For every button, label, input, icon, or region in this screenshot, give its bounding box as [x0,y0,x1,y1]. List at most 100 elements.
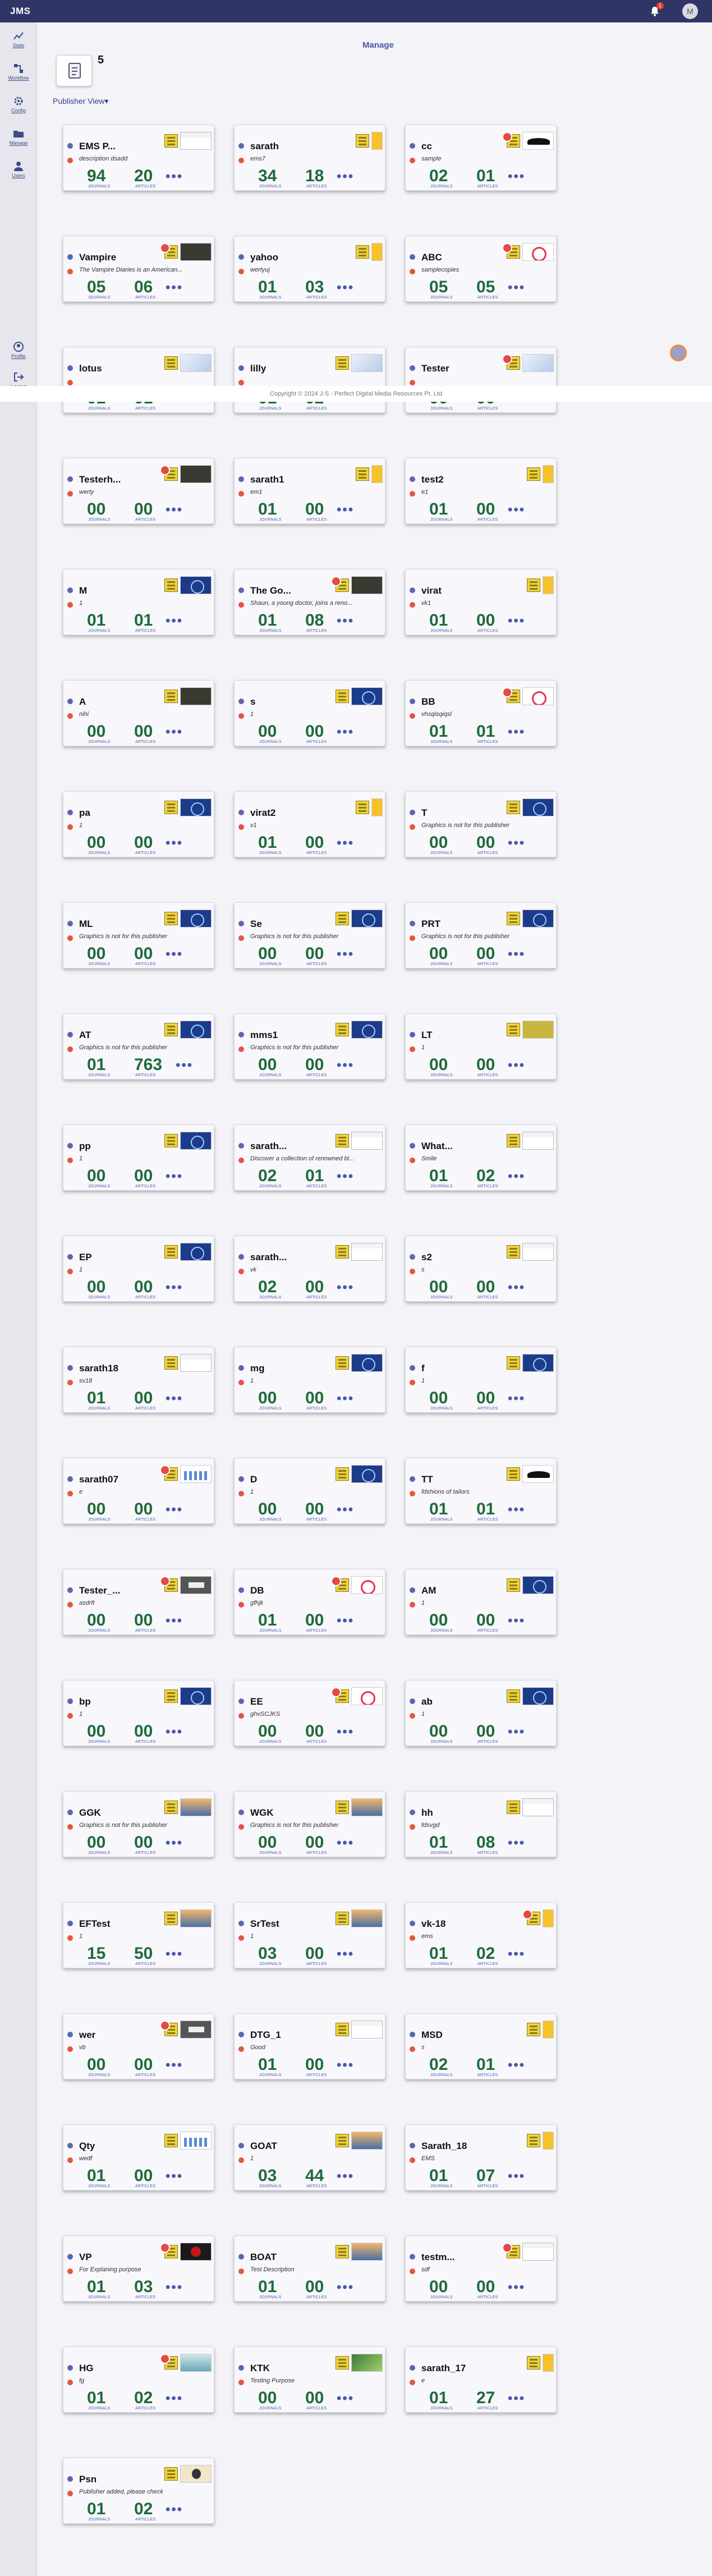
more-options-button[interactable]: ••• [508,613,525,629]
more-options-button[interactable]: ••• [337,1724,354,1740]
publisher-card[interactable]: pp 1 00 00 JOURNALS ARTICLES ••• [63,1124,214,1191]
publisher-card[interactable]: ab 1 00 00 JOURNALS ARTICLES ••• [405,1680,557,1746]
more-options-button[interactable]: ••• [508,1502,525,1518]
publisher-view-dropdown[interactable]: Publisher View▾ [53,97,108,106]
publisher-card[interactable]: hh fdsvgd 01 08 JOURNALS ARTICLES ••• [405,1791,557,1857]
publisher-card[interactable]: TT fdshions of tailors 01 01 JOURNALS ARTICLE… [405,1458,557,1524]
publisher-card[interactable]: EMS P... description dsadd 94 20 JOURNALS ART… [63,125,214,191]
more-options-button[interactable]: ••• [166,1835,183,1851]
more-options-button[interactable]: ••• [166,947,183,962]
publisher-card[interactable]: virat2 v1 01 00 JOURNALS ARTICLES ••• [234,791,385,857]
more-options-button[interactable]: ••• [337,835,354,851]
sidebar-item-users[interactable]: Users [0,156,37,187]
publisher-card[interactable]: The Go... Shaun, a young doctor, joins a … [234,569,385,635]
publisher-card[interactable]: KTK Testing Purpose 00 00 JOURNALS ARTICLES ••… [234,2347,385,2413]
more-options-button[interactable]: ••• [337,502,354,518]
more-options-button[interactable]: ••• [337,1502,354,1518]
more-options-button[interactable]: ••• [508,1169,525,1184]
publisher-card[interactable]: MSD s 02 01 JOURNALS ARTICLES ••• [405,2013,557,2079]
publisher-card[interactable]: sarath1 em1 01 00 JOURNALS ARTICLES ••• [234,458,385,524]
sidebar-item-manage[interactable]: Manage [0,123,37,155]
more-options-button[interactable]: ••• [337,1946,354,1962]
publisher-card[interactable]: VP For Explaning purpose 01 03 JOURNALS ARTIC… [63,2235,214,2302]
publisher-card[interactable]: s 1 00 00 JOURNALS ARTICLES ••• [234,680,385,746]
publisher-card[interactable]: mg 1 00 00 JOURNALS ARTICLES ••• [234,1347,385,1413]
publisher-card[interactable]: wer vb 00 00 JOURNALS ARTICLES ••• [63,2013,214,2079]
more-options-button[interactable]: ••• [176,1058,193,1073]
publisher-card[interactable]: lilly0102JOURNALSARTICLES••• [234,347,385,413]
publisher-card[interactable]: EFTest 1 15 50 JOURNALS ARTICLES ••• [63,1902,214,1968]
publisher-card[interactable]: BOAT Test Description 01 00 JOURNALS ARTICLES… [234,2235,385,2302]
publisher-card[interactable]: f 1 00 00 JOURNALS ARTICLES ••• [405,1347,557,1413]
publisher-card[interactable]: Testerh... werty 00 00 JOURNALS ARTICLES ••• [63,458,214,524]
more-options-button[interactable]: ••• [166,280,183,296]
more-options-button[interactable]: ••• [508,502,525,518]
more-options-button[interactable]: ••• [166,2058,183,2073]
more-options-button[interactable]: ••• [337,1835,354,1851]
publisher-card[interactable]: Anihi 00 00 JOURNALS ARTICLES ••• [63,680,214,746]
publisher-card[interactable]: DB gfhjk 01 00 JOURNALS ARTICLES ••• [234,1569,385,1635]
more-options-button[interactable]: ••• [508,280,525,296]
publisher-card[interactable]: sarath18 sv18 01 00 JOURNALS ARTICLES ••• [63,1347,214,1413]
publisher-card[interactable]: EE ghvSCJKS 00 00 JOURNALS ARTICLES ••• [234,1680,385,1746]
publisher-card[interactable]: mms1 Graphics is not for this publisher 00… [234,1013,385,1080]
add-publisher-button[interactable] [56,55,92,86]
more-options-button[interactable]: ••• [337,1058,354,1073]
more-options-button[interactable]: ••• [508,1280,525,1296]
more-options-button[interactable]: ••• [508,1835,525,1851]
more-options-button[interactable]: ••• [166,2280,183,2295]
publisher-card[interactable]: bp 1 00 00 JOURNALS ARTICLES ••• [63,1680,214,1746]
publisher-card[interactable]: What... Smile 01 02 JOURNALS ARTICLES ••• [405,1124,557,1191]
more-options-button[interactable]: ••• [337,169,354,185]
publisher-card[interactable]: Qty wedf 01 00 JOURNALS ARTICLES ••• [63,2124,214,2191]
publisher-card[interactable]: PRT Graphics is not for this publisher 00 0… [405,902,557,968]
more-options-button[interactable]: ••• [337,280,354,296]
publisher-card[interactable]: EP 1 00 00 JOURNALS ARTICLES ••• [63,1236,214,1302]
more-options-button[interactable]: ••• [508,1391,525,1407]
more-options-button[interactable]: ••• [337,2169,354,2184]
publisher-card[interactable]: sarath ems7 34 18 JOURNALS ARTICLES ••• [234,125,385,191]
publisher-card[interactable]: LT 1 00 00 JOURNALS ARTICLES ••• [405,1013,557,1080]
publisher-card[interactable]: Sarath_18 EMS 01 07 JOURNALS ARTICLES ••• [405,2124,557,2191]
more-options-button[interactable]: ••• [166,724,183,740]
publisher-card[interactable]: HG fg 01 02 JOURNALS ARTICLES ••• [63,2347,214,2413]
sidebar-item-profile[interactable]: Profile [0,337,37,368]
more-options-button[interactable]: ••• [508,2280,525,2295]
more-options-button[interactable]: ••• [508,2058,525,2073]
publisher-card[interactable]: ML Graphics is not for this publisher 00 00… [63,902,214,968]
publisher-card[interactable]: Vampire The Vampire Diaries is an America… [63,236,214,302]
sidebar-item-stats[interactable]: Stats [0,26,37,57]
more-options-button[interactable]: ••• [337,724,354,740]
more-options-button[interactable]: ••• [166,613,183,629]
publisher-card[interactable]: s2 s 00 00 JOURNALS ARTICLES ••• [405,1236,557,1302]
more-options-button[interactable]: ••• [166,1502,183,1518]
publisher-card[interactable]: D 1 00 00 JOURNALS ARTICLES ••• [234,1458,385,1524]
more-options-button[interactable]: ••• [508,1724,525,1740]
more-options-button[interactable]: ••• [337,1280,354,1296]
avatar[interactable]: M [682,3,698,19]
publisher-card[interactable]: GOAT 1 03 44 JOURNALS ARTICLES ••• [234,2124,385,2191]
publisher-card[interactable]: BB vhsqisqiqsl 01 01 JOURNALS ARTICLES ••• [405,680,557,746]
sidebar-item-config[interactable]: Config [0,91,37,122]
publisher-card[interactable]: cc sample 02 01 JOURNALS ARTICLES ••• [405,125,557,191]
more-options-button[interactable]: ••• [337,1391,354,1407]
chat-button[interactable] [670,345,687,361]
publisher-card[interactable]: AM 1 00 00 JOURNALS ARTICLES ••• [405,1569,557,1635]
more-options-button[interactable]: ••• [166,1391,183,1407]
publisher-card[interactable]: SrTest 1 03 00 JOURNALS ARTICLES ••• [234,1902,385,1968]
publisher-card[interactable]: sarath_17 e 01 27 JOURNALS ARTICLES ••• [405,2347,557,2413]
more-options-button[interactable]: ••• [337,1613,354,1629]
more-options-button[interactable]: ••• [166,1613,183,1629]
publisher-card[interactable]: yahoo wertyuj 01 03 JOURNALS ARTICLES ••• [234,236,385,302]
more-options-button[interactable]: ••• [508,835,525,851]
more-options-button[interactable]: ••• [337,2058,354,2073]
more-options-button[interactable]: ••• [166,1946,183,1962]
more-options-button[interactable]: ••• [166,835,183,851]
more-options-button[interactable]: ••• [508,169,525,185]
sidebar-item-workflow[interactable]: Workflow [0,58,37,90]
more-options-button[interactable]: ••• [508,1058,525,1073]
more-options-button[interactable]: ••• [337,2280,354,2295]
more-options-button[interactable]: ••• [166,502,183,518]
publisher-card[interactable]: sarath07 e 00 00 JOURNALS ARTICLES ••• [63,1458,214,1524]
publisher-card[interactable]: ABC samplecopies 05 05 JOURNALS ARTICLES ••• [405,236,557,302]
